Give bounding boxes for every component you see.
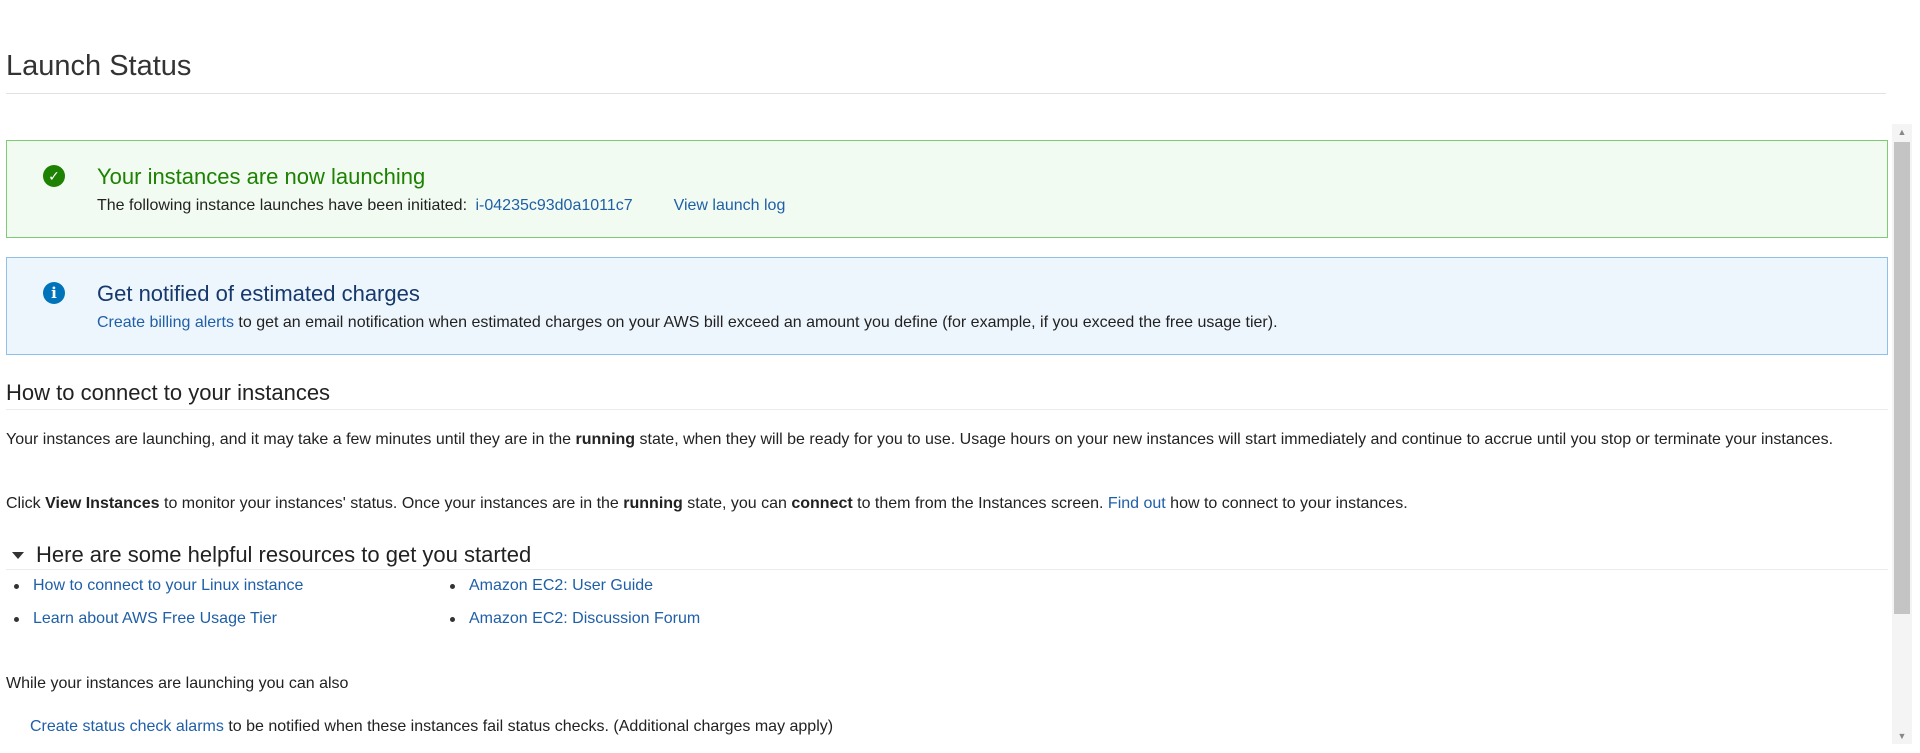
para2-bold-connect: connect [791,495,853,512]
create-billing-alerts-link[interactable]: Create billing alerts [97,314,234,331]
para2-bold-view-instances: View Instances [45,495,160,512]
list-item: Amazon EC2: Discussion Forum [442,609,700,642]
scroll-up-arrow-icon[interactable]: ▲ [1892,124,1912,140]
info-alert-title: Get notified of estimated charges [97,281,420,306]
bullet [14,584,19,589]
user-guide-link[interactable]: Amazon EC2: User Guide [469,577,653,594]
scroll-down-arrow-icon[interactable]: ▼ [1892,728,1912,744]
also-text: While your instances are launching you c… [6,675,349,692]
launch-status-content: ✓ Your instances are now launching The f… [6,124,1892,753]
page-title: Launch Status [6,50,192,82]
page-header: Launch Status [6,48,1886,94]
resources-list-1: How to connect to your Linux instance Le… [6,576,303,642]
resources-title: Here are some helpful resources to get y… [36,541,532,567]
instance-id-link[interactable]: i-04235c93d0a1011c7 [475,197,632,214]
create-status-check-alarms-link[interactable]: Create status check alarms [30,718,224,735]
connect-section-title: How to connect to your instances [6,380,1888,410]
para2-text-2: to monitor your instances' status. Once … [159,495,624,512]
check-circle-icon: ✓ [43,165,65,187]
list-item: How to connect to your Linux instance [6,576,303,609]
free-tier-link[interactable]: Learn about AWS Free Usage Tier [33,610,277,627]
linux-connect-link[interactable]: How to connect to your Linux instance [33,577,303,594]
para1-bold-running: running [575,431,636,448]
success-alert-text: The following instance launches have bee… [97,197,468,214]
list-item: Learn about AWS Free Usage Tier [6,609,303,642]
bullet [450,617,455,622]
info-alert-body: Create billing alerts to get an email no… [97,312,1278,334]
success-alert-title: Your instances are now launching [97,164,426,189]
connect-paragraph-1: Your instances are launching, and it may… [6,426,1866,453]
bullet [450,584,455,589]
para2-text-4: to them from the Instances screen. [852,495,1108,512]
info-alert: i Get notified of estimated charges Crea… [6,257,1888,355]
caret-down-icon [12,552,24,559]
bullet [14,617,19,622]
success-alert: ✓ Your instances are now launching The f… [6,140,1888,238]
para2-text-5: how to connect to your instances. [1165,495,1408,512]
list-item: Amazon EC2: User Guide [442,576,700,609]
para2-text-3: state, you can [682,495,792,512]
para2-text-1: Click [6,495,46,512]
para2-bold-running: running [623,495,683,512]
alarm-text: to be notified when these instances fail… [228,718,834,735]
find-out-link[interactable]: Find out [1108,495,1166,512]
para1-text-2: state, when they will be ready for you t… [635,431,1834,448]
para1-text-1: Your instances are launching, and it may… [6,431,576,448]
vertical-scrollbar[interactable]: ▲ ▼ [1892,124,1912,744]
scrollbar-thumb[interactable] [1894,142,1910,614]
connect-paragraph-2: Click View Instances to monitor your ins… [6,490,1866,517]
resources-list-2: Amazon EC2: User Guide Amazon EC2: Discu… [442,576,700,642]
success-alert-body: The following instance launches have bee… [97,195,785,217]
alarm-line: Create status check alarms to be notifie… [30,717,833,737]
info-alert-text: to get an email notification when estima… [238,314,1278,331]
view-launch-log-link[interactable]: View launch log [674,197,786,214]
info-circle-icon: i [43,282,65,304]
discussion-forum-link[interactable]: Amazon EC2: Discussion Forum [469,610,700,627]
resources-toggle[interactable]: Here are some helpful resources to get y… [6,540,1888,570]
